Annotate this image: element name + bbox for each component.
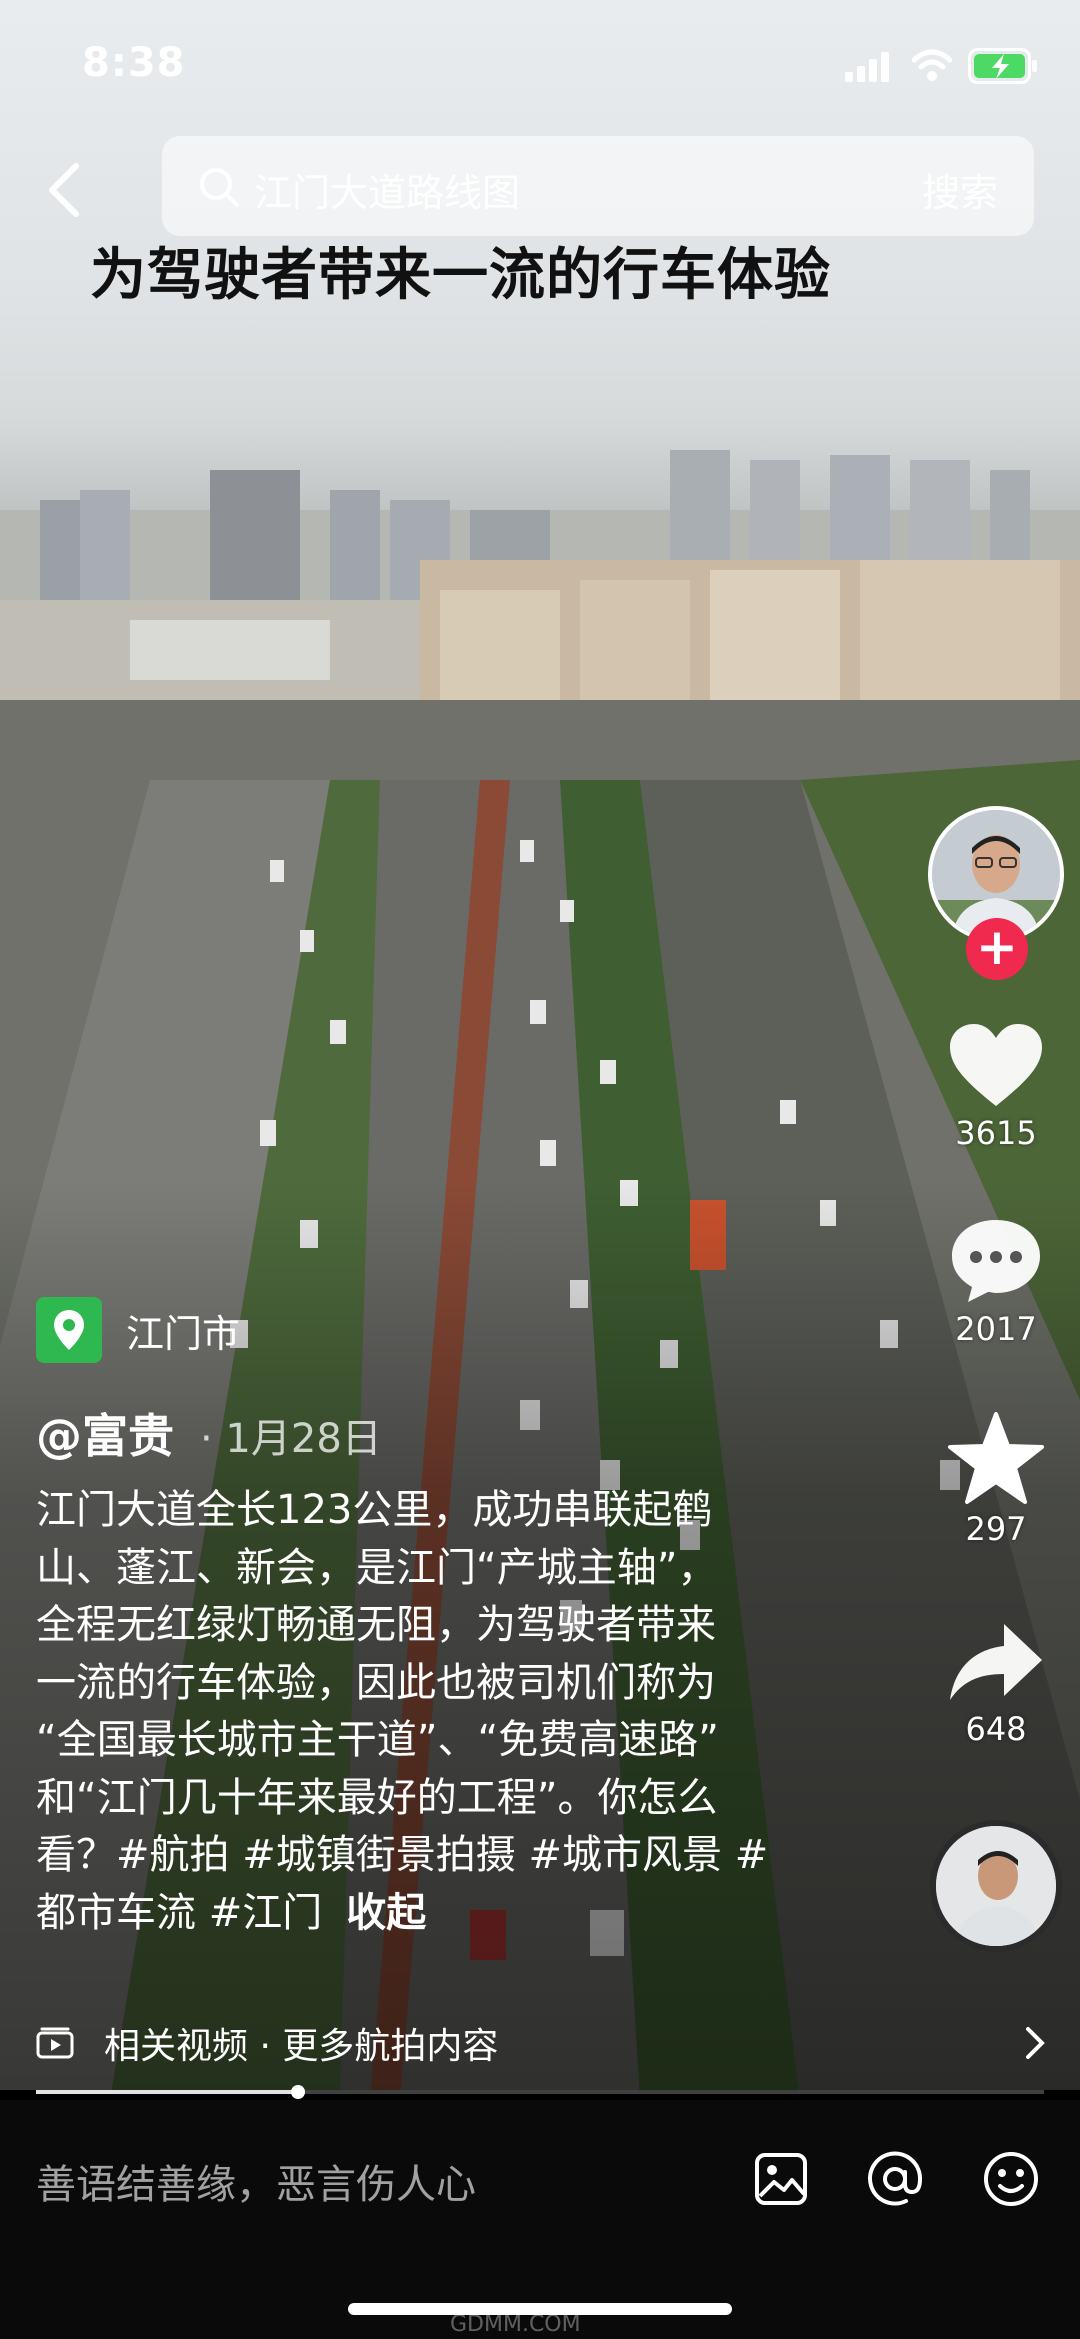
description-line: 和“江门几十年来最好的工程”。你怎么	[36, 1774, 718, 1821]
author-name[interactable]: @富贵	[36, 1400, 174, 1466]
at-icon[interactable]	[866, 2150, 924, 2208]
comment-input[interactable]: 善语结善缘，恶言伤人心	[36, 2152, 476, 2210]
heart-icon	[950, 1024, 1042, 1106]
battery-charging-icon	[968, 48, 1037, 84]
description-line: 江门大道全长123公里，成功串联起鹤	[36, 1487, 713, 1533]
like-button[interactable]: 3615	[930, 1020, 1062, 1152]
search-query: 江门大道路线图	[254, 171, 521, 215]
image-icon[interactable]	[754, 2152, 808, 2206]
location-tag[interactable]: 江门市	[36, 1290, 240, 1370]
comment-count: 2017	[955, 1310, 1037, 1348]
wifi-icon	[912, 49, 952, 81]
star-icon	[948, 1412, 1044, 1504]
related-videos-label: 相关视频 · 更多航拍内容	[104, 2026, 499, 2067]
video-progress-fill	[36, 2090, 299, 2094]
description-line: 看？#航拍 #城镇街景拍摄 #城市风景 #	[36, 1832, 769, 1878]
location-pin-icon	[36, 1297, 102, 1363]
location-label: 江门市	[126, 1311, 241, 1356]
search-input[interactable]: 江门大道路线图 搜索	[162, 136, 1034, 236]
signal-icon	[845, 52, 889, 82]
video-icon	[36, 2027, 74, 2059]
music-disc[interactable]	[930, 1820, 1062, 1952]
description-line: 山、蓬江、新会，是江门“产城主轴”，	[36, 1544, 718, 1591]
post-date: · 1月28日	[200, 1416, 382, 1462]
favorite-button[interactable]: 297	[930, 1410, 1062, 1548]
description-last-line: 都市车流 #江门 收起	[36, 1885, 816, 1943]
video-progress-bar[interactable]	[36, 2085, 1044, 2099]
video-progress-handle[interactable]	[291, 2085, 306, 2099]
status-bar: 8:38	[0, 0, 1080, 130]
share-icon	[950, 1624, 1042, 1700]
comment-icon	[952, 1220, 1040, 1302]
search-button[interactable]: 搜索	[922, 162, 998, 217]
like-count: 3615	[955, 1114, 1037, 1152]
collapse-link[interactable]: 收起	[346, 1890, 426, 1936]
comment-button[interactable]: 2017	[930, 1216, 1062, 1348]
video-overlay-caption: 为驾驶者带来一流的行车体验	[90, 243, 831, 308]
description-line: “全国最长城市主干道”、“免费高速路”	[36, 1717, 719, 1763]
favorite-count: 297	[965, 1510, 1027, 1548]
related-videos-bar[interactable]: 相关视频 · 更多航拍内容	[36, 2015, 1046, 2071]
share-button[interactable]: 648	[930, 1620, 1062, 1748]
back-icon[interactable]	[42, 160, 86, 220]
description-line: 全程无红绿灯畅通无阻，为驾驶者带来	[36, 1602, 716, 1648]
author-avatar-group[interactable]: +	[928, 806, 1064, 980]
status-time: 8:38	[82, 40, 186, 86]
watermark: GDMM.COM	[450, 2312, 581, 2337]
description-line: 一流的行车体验，因此也被司机们称为	[36, 1659, 716, 1706]
share-count: 648	[965, 1710, 1027, 1748]
follow-button[interactable]: +	[966, 918, 1028, 980]
description-line: 都市车流 #江门	[36, 1889, 323, 1936]
search-icon	[200, 168, 239, 207]
author-line: @富贵 · 1月28日	[36, 1400, 382, 1466]
emoji-icon[interactable]	[982, 2150, 1040, 2208]
chevron-right-icon	[1026, 2027, 1045, 2059]
post-description: 江门大道全长123公里，成功串联起鹤 山、蓬江、新会，是江门“产城主轴”， 全程…	[36, 1482, 816, 1942]
